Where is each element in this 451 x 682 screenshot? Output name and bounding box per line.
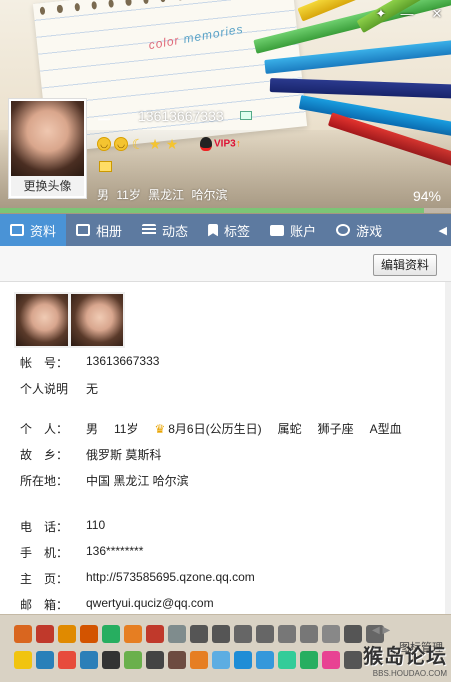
service-icon[interactable] bbox=[14, 651, 32, 669]
profile-card-icon bbox=[10, 224, 24, 236]
service-icon[interactable] bbox=[102, 651, 120, 669]
service-icon[interactable] bbox=[80, 625, 98, 643]
minimize-icon[interactable]: — bbox=[398, 6, 416, 21]
description-row: 个人说明无 bbox=[20, 382, 99, 396]
wallet-icon bbox=[270, 224, 285, 236]
tab-games[interactable]: 游戏 bbox=[326, 214, 392, 246]
bookmark-icon bbox=[208, 223, 219, 237]
homepage-link[interactable]: http://573585695.qzone.qq.com bbox=[86, 570, 255, 587]
skin-icon[interactable]: ✦ bbox=[372, 6, 390, 22]
service-icon[interactable] bbox=[344, 625, 362, 643]
crown-icon[interactable] bbox=[99, 161, 112, 172]
service-icons-row bbox=[14, 651, 362, 669]
tab-tags[interactable]: 标签 bbox=[198, 214, 260, 246]
qq-number: 13613667333 bbox=[138, 108, 224, 124]
profile-details: 帐 号： 13613667333 个人说明无 个 人： 男 11岁 ♛ 8月6日(公… bbox=[0, 282, 445, 614]
service-icon[interactable] bbox=[146, 625, 164, 643]
service-icon[interactable] bbox=[256, 651, 274, 669]
service-icon[interactable] bbox=[58, 651, 76, 669]
profile-toolbar: 编辑资料 bbox=[0, 246, 451, 282]
tab-feed[interactable]: 动态 bbox=[132, 214, 198, 246]
account-row: 帐 号： 13613667333 bbox=[20, 354, 160, 370]
service-icon[interactable] bbox=[36, 651, 54, 669]
service-icon[interactable] bbox=[234, 651, 252, 669]
feed-icon bbox=[142, 224, 157, 236]
service-icon[interactable] bbox=[212, 651, 230, 669]
service-icon[interactable] bbox=[168, 651, 186, 669]
qq-penguin-icon bbox=[200, 137, 212, 151]
avatar[interactable]: 更换头像 bbox=[8, 98, 87, 199]
icon-page-arrows[interactable]: ◀ ▶ bbox=[372, 625, 390, 636]
service-icon[interactable] bbox=[124, 651, 142, 669]
game-icon bbox=[336, 224, 351, 236]
tab-scroll-left-icon[interactable]: ◀ bbox=[439, 224, 447, 237]
crown-icon: ♛ bbox=[154, 422, 166, 436]
vip-badge[interactable]: VIP3↑ bbox=[200, 137, 241, 151]
service-icon[interactable] bbox=[300, 651, 318, 669]
service-icon[interactable] bbox=[168, 625, 186, 643]
service-icon[interactable] bbox=[322, 625, 340, 643]
service-icon[interactable] bbox=[124, 625, 142, 643]
watermark: 猴岛论坛 BBS.HOUDAO.COM bbox=[363, 646, 447, 678]
profile-photo[interactable] bbox=[16, 294, 68, 346]
qq-level-icons[interactable]: ◡ ◡ ☾ ★ ★ bbox=[97, 137, 179, 151]
service-icon[interactable] bbox=[80, 651, 98, 669]
hometown-row: 故 乡： 俄罗斯 莫斯科 bbox=[20, 448, 162, 462]
mobile-row: 手 机： 136******** bbox=[20, 544, 144, 560]
edit-profile-button[interactable]: 编辑资料 bbox=[372, 254, 437, 276]
sun-level-icon: ◡ bbox=[114, 137, 128, 151]
tab-profile[interactable]: 资料 bbox=[0, 214, 67, 252]
service-icon[interactable] bbox=[58, 625, 76, 643]
completeness-progress-bar bbox=[0, 208, 451, 213]
service-icon[interactable] bbox=[190, 625, 208, 643]
avatar-image bbox=[11, 101, 84, 176]
phone-row: 电 话： 110 bbox=[20, 518, 106, 534]
change-avatar-button[interactable]: 更换头像 bbox=[11, 176, 84, 196]
service-icon[interactable] bbox=[102, 625, 120, 643]
service-icon[interactable] bbox=[256, 625, 274, 643]
service-icon[interactable] bbox=[278, 651, 296, 669]
star-level-icon: ★ bbox=[148, 136, 162, 152]
album-icon bbox=[76, 224, 91, 236]
email-link[interactable]: qwertyui.quciz@qq.com bbox=[86, 596, 214, 613]
service-icon[interactable] bbox=[278, 625, 296, 643]
basic-info: 男 11岁 黑龙江 哈尔滨 bbox=[97, 188, 228, 202]
email-row: 邮 箱： qwertyui.quciz@qq.com bbox=[20, 596, 214, 613]
profile-header: color memories ✦ — ✕ 更换头像 ー 13613667333 … bbox=[0, 0, 451, 214]
service-icons-row bbox=[14, 625, 384, 643]
homepage-row: 主 页： http://573585695.qzone.qq.com bbox=[20, 570, 255, 587]
service-icon[interactable] bbox=[300, 625, 318, 643]
personal-row: 个 人： 男 11岁 ♛ 8月6日(公历生日) 属蛇 狮子座 A型血 bbox=[20, 422, 402, 436]
namecard-icon[interactable] bbox=[240, 111, 252, 120]
photo-strip[interactable] bbox=[14, 292, 125, 348]
service-icon[interactable] bbox=[146, 651, 164, 669]
service-icon[interactable] bbox=[14, 625, 32, 643]
scrollbar[interactable] bbox=[445, 282, 451, 614]
sun-level-icon: ◡ bbox=[97, 137, 111, 151]
nickname-symbol: ー bbox=[97, 112, 111, 128]
moon-level-icon: ☾ bbox=[131, 136, 145, 152]
tab-bar: 资料 相册 动态 标签 账户 游戏 ◀ bbox=[0, 214, 451, 252]
tab-album[interactable]: 相册 bbox=[66, 214, 132, 246]
service-icon[interactable] bbox=[212, 625, 230, 643]
close-icon[interactable]: ✕ bbox=[428, 6, 446, 22]
service-icon[interactable] bbox=[322, 651, 340, 669]
service-icon[interactable] bbox=[190, 651, 208, 669]
service-icon[interactable] bbox=[234, 625, 252, 643]
profile-completeness: 94% bbox=[412, 188, 441, 204]
service-icon[interactable] bbox=[36, 625, 54, 643]
tab-account[interactable]: 账户 bbox=[260, 214, 326, 246]
profile-photo[interactable] bbox=[71, 294, 123, 346]
star-level-icon: ★ bbox=[165, 136, 179, 152]
service-icon[interactable] bbox=[344, 651, 362, 669]
service-icons-bar: ◀ ▶ 图标管理 猴岛论坛 BBS.HOUDAO.COM bbox=[0, 614, 451, 682]
location-row: 所在地： 中国 黑龙江 哈尔滨 bbox=[20, 474, 189, 488]
